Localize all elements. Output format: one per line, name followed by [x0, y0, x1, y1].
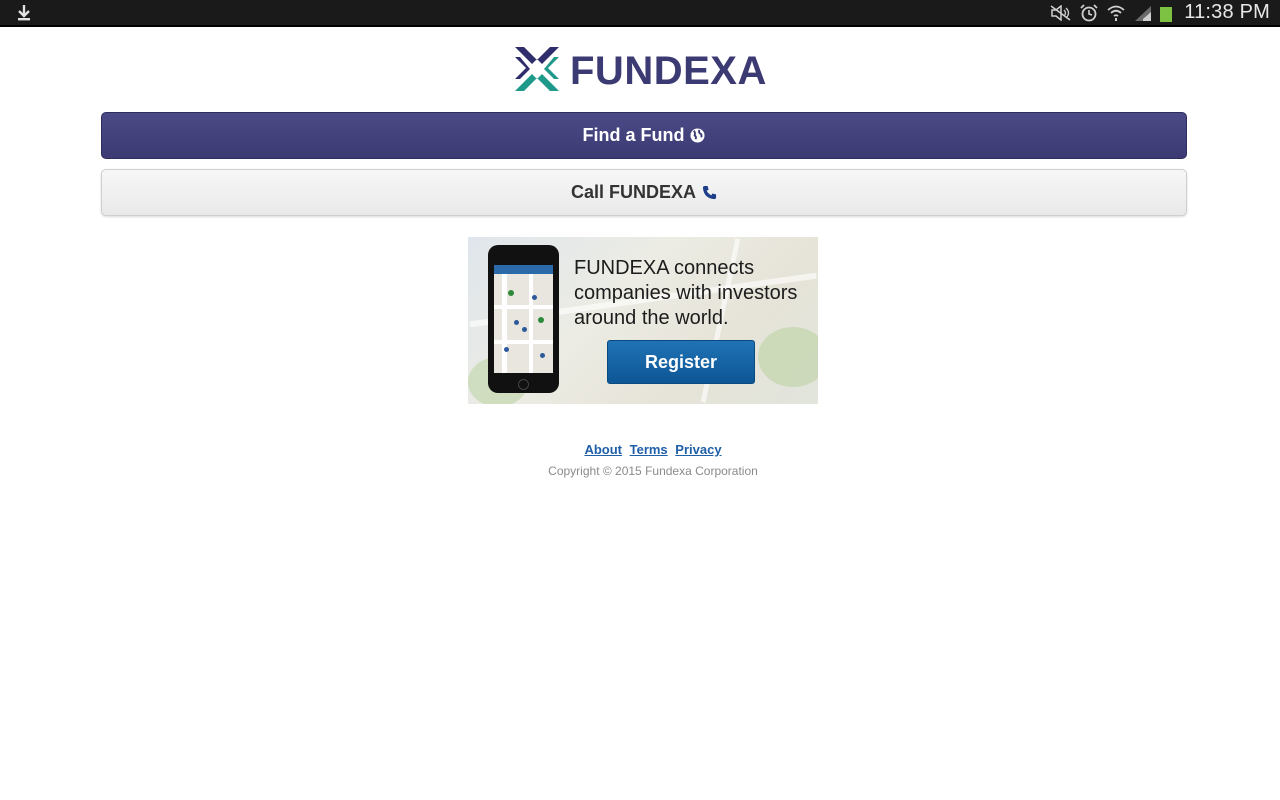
download-icon [16, 4, 32, 26]
promo-text: FUNDEXA connects companies with investor… [574, 257, 798, 329]
call-fundexa-button[interactable]: Call FUNDEXA [101, 169, 1187, 216]
signal-icon [1134, 5, 1152, 21]
copyright-text: Copyright © 2015 Fundexa Corporation [548, 464, 758, 478]
promo-banner[interactable]: FUNDEXA connects companies with investor… [468, 237, 818, 404]
globe-icon [690, 128, 706, 143]
status-bar: 11:38 PM [0, 0, 1280, 27]
fundexa-logo[interactable]: FUNDEXA [512, 45, 767, 97]
mute-icon [1050, 4, 1072, 21]
phone-screen [494, 265, 553, 373]
call-fundexa-label: Call FUNDEXA [570, 182, 696, 202]
find-a-fund-button[interactable]: Find a Fund [101, 112, 1187, 159]
footer-link-terms[interactable]: Terms [630, 442, 668, 457]
status-time: 11:38 PM [1184, 1, 1270, 23]
find-a-fund-label: Find a Fund [582, 125, 685, 145]
phone-icon [702, 185, 717, 200]
fundexa-mark-icon [512, 44, 562, 99]
alarm-icon [1080, 3, 1098, 22]
map-park [758, 327, 818, 387]
footer-links: About Terms Privacy [0, 442, 1280, 457]
footer-link-about[interactable]: About [584, 442, 622, 457]
logo-wordmark: FUNDEXA [570, 49, 767, 93]
register-button[interactable]: Register [607, 340, 755, 384]
phone-illustration [488, 245, 559, 393]
battery-icon [1160, 7, 1173, 22]
footer-link-privacy[interactable]: Privacy [675, 442, 721, 457]
wifi-icon [1106, 4, 1126, 22]
